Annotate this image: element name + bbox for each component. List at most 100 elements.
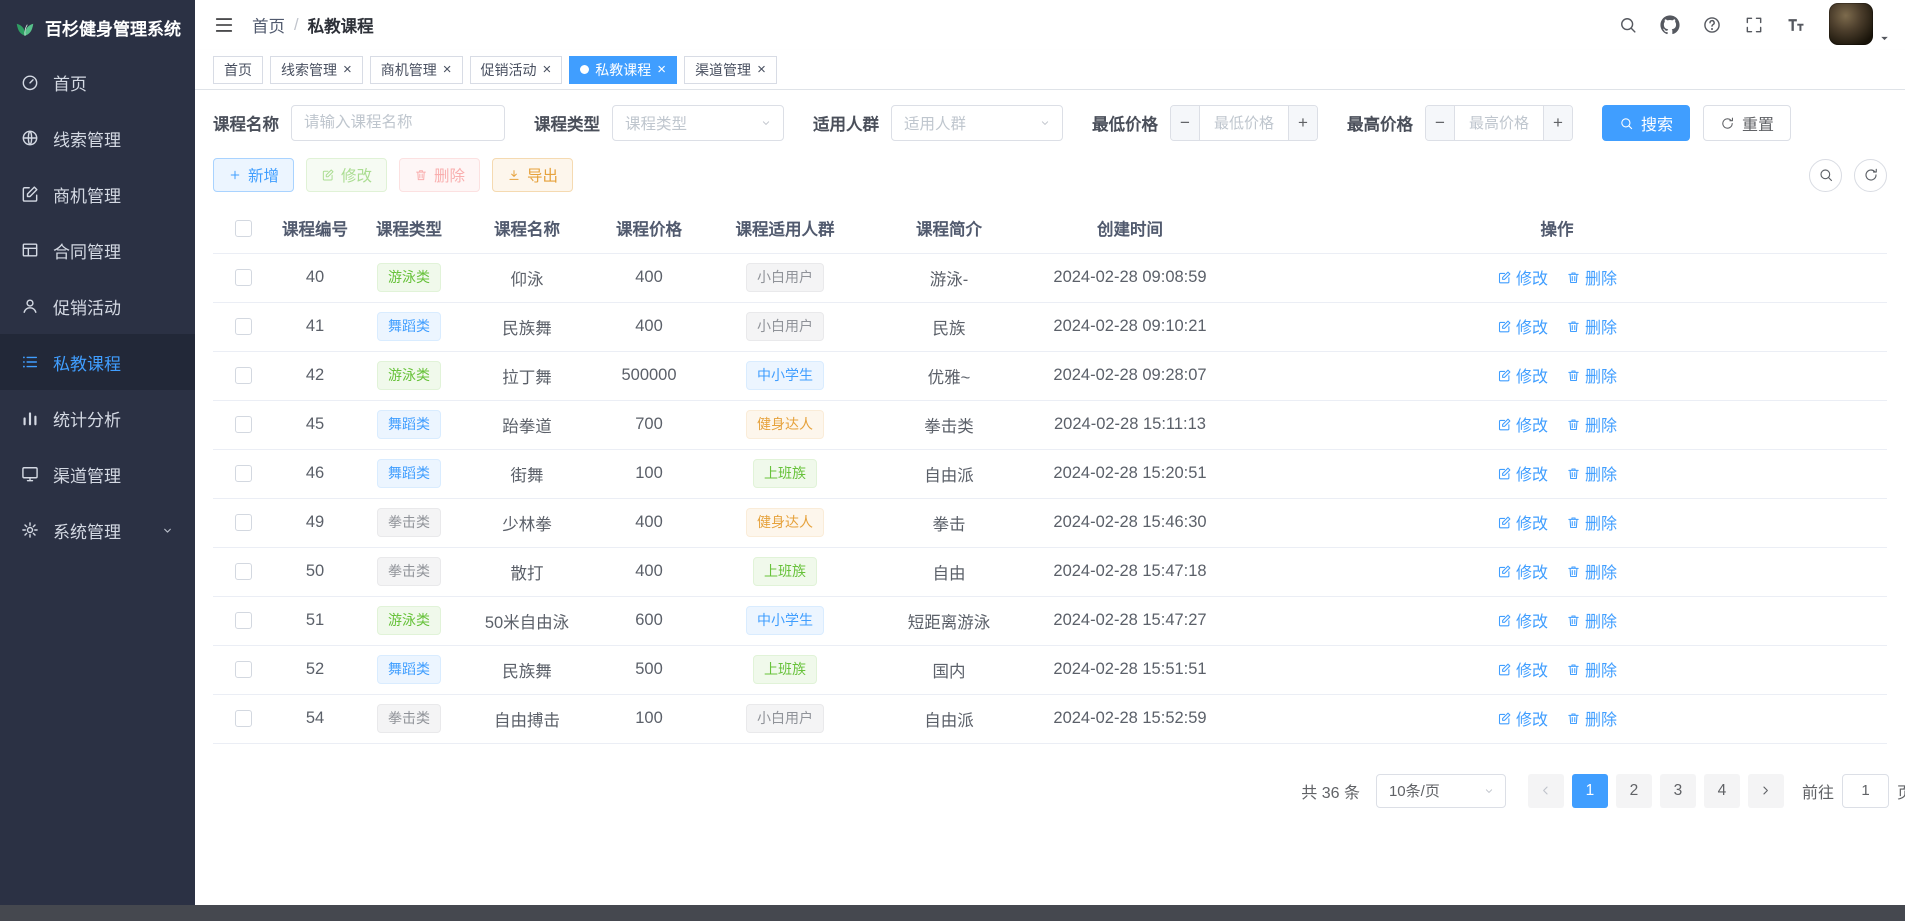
- row-delete-link[interactable]: 删除: [1566, 559, 1617, 583]
- export-button[interactable]: 导出: [492, 158, 574, 192]
- row-checkbox[interactable]: [234, 269, 252, 287]
- row-checkbox[interactable]: [234, 710, 252, 728]
- row-checkbox[interactable]: [234, 514, 252, 532]
- sidebar-item-label: 商机管理: [53, 186, 121, 206]
- course-name-input[interactable]: [291, 105, 505, 141]
- row-edit-link[interactable]: 修改: [1497, 559, 1548, 583]
- sidebar-item-business[interactable]: 商机管理: [0, 166, 195, 222]
- edit-button[interactable]: 修改: [306, 158, 388, 192]
- row-edit-link[interactable]: 修改: [1497, 412, 1548, 436]
- add-button[interactable]: 新增: [213, 158, 295, 192]
- sidebar-item-channel[interactable]: 渠道管理: [0, 446, 195, 502]
- row-delete-link[interactable]: 删除: [1566, 657, 1617, 681]
- page-button-1[interactable]: 1: [1571, 773, 1608, 808]
- min-price-input[interactable]: [1200, 106, 1288, 140]
- course-type-filter: 课程类型 课程类型: [534, 105, 784, 141]
- sidebar-item-courses[interactable]: 私教课程: [0, 334, 195, 390]
- goto-page-input[interactable]: [1841, 773, 1889, 808]
- close-icon[interactable]: ×: [343, 62, 352, 77]
- help-button[interactable]: [1695, 7, 1729, 43]
- tab-promotion[interactable]: 促销活动 ×: [469, 55, 563, 84]
- tab-leads[interactable]: 线索管理 ×: [270, 55, 363, 84]
- prev-page-button[interactable]: [1527, 773, 1564, 808]
- user-menu[interactable]: [1829, 3, 1891, 47]
- audience-tag: 健身达人: [746, 508, 824, 537]
- reset-button[interactable]: 重置: [1703, 105, 1792, 141]
- row-delete-link[interactable]: 删除: [1566, 706, 1617, 730]
- course-type-select[interactable]: 课程类型: [612, 105, 784, 141]
- table-row: 46 舞蹈类 街舞 100 上班族 自由派 2024-02-28 15:20:51 修改 删除: [213, 449, 1887, 499]
- max-price-decrease-button[interactable]: −: [1426, 106, 1455, 140]
- tab-courses[interactable]: 私教课程 ×: [569, 55, 678, 84]
- header-search-button[interactable]: [1611, 7, 1645, 43]
- audience-select[interactable]: 适用人群: [891, 105, 1063, 141]
- row-checkbox[interactable]: [234, 465, 252, 483]
- breadcrumb-home[interactable]: 首页: [252, 13, 285, 37]
- sidebar-item-leads[interactable]: 线索管理: [0, 110, 195, 166]
- close-icon[interactable]: ×: [657, 62, 666, 77]
- tab-home[interactable]: 首页: [213, 55, 263, 84]
- github-button[interactable]: [1653, 7, 1687, 43]
- delete-icon: [1566, 564, 1581, 579]
- row-delete-link[interactable]: 删除: [1566, 363, 1617, 387]
- course-id-cell: 50: [273, 547, 357, 597]
- next-page-button[interactable]: [1747, 773, 1784, 808]
- sidebar-item-home[interactable]: 首页: [0, 54, 195, 110]
- max-price-input[interactable]: [1455, 106, 1543, 140]
- delete-button[interactable]: 删除: [399, 158, 481, 192]
- row-checkbox[interactable]: [234, 318, 252, 336]
- min-price-decrease-button[interactable]: −: [1171, 106, 1200, 140]
- tab-channel[interactable]: 渠道管理 ×: [684, 55, 777, 84]
- row-checkbox[interactable]: [234, 661, 252, 679]
- font-size-button[interactable]: [1779, 7, 1813, 43]
- max-price-increase-button[interactable]: +: [1543, 106, 1572, 140]
- fullscreen-button[interactable]: [1737, 7, 1771, 43]
- course-id-cell: 51: [273, 596, 357, 646]
- sidebar-item-statistics[interactable]: 统计分析: [0, 390, 195, 446]
- row-delete-link[interactable]: 删除: [1566, 412, 1617, 436]
- close-icon[interactable]: ×: [757, 62, 766, 77]
- min-price-increase-button[interactable]: +: [1288, 106, 1317, 140]
- close-icon[interactable]: ×: [443, 62, 452, 77]
- row-delete-link[interactable]: 删除: [1566, 265, 1617, 289]
- hamburger-icon[interactable]: [213, 14, 235, 36]
- row-checkbox[interactable]: [234, 416, 252, 434]
- sidebar-item-promotion[interactable]: 促销活动: [0, 278, 195, 334]
- row-edit-link[interactable]: 修改: [1497, 706, 1548, 730]
- row-edit-link[interactable]: 修改: [1497, 608, 1548, 632]
- max-price-label: 最高价格: [1347, 116, 1413, 134]
- row-checkbox[interactable]: [234, 367, 252, 385]
- row-checkbox[interactable]: [234, 563, 252, 581]
- page-button-3[interactable]: 3: [1659, 773, 1696, 808]
- row-delete-link[interactable]: 删除: [1566, 510, 1617, 534]
- page-button-4[interactable]: 4: [1703, 773, 1740, 808]
- audience-tag: 中小学生: [746, 606, 824, 635]
- tab-business[interactable]: 商机管理 ×: [369, 55, 463, 84]
- edit-button-label: 修改: [341, 168, 373, 185]
- row-checkbox[interactable]: [234, 612, 252, 630]
- row-delete-link[interactable]: 删除: [1566, 314, 1617, 338]
- sidebar-item-contract[interactable]: 合同管理: [0, 222, 195, 278]
- close-icon[interactable]: ×: [543, 62, 552, 77]
- row-edit-link[interactable]: 修改: [1497, 657, 1548, 681]
- select-all-checkbox[interactable]: [234, 219, 252, 237]
- page-size-select[interactable]: 10条/页: [1375, 773, 1506, 808]
- page-button-2[interactable]: 2: [1615, 773, 1652, 808]
- app-logo[interactable]: 百杉健身管理系统: [0, 0, 195, 54]
- course-intro-cell: 国内: [865, 645, 1033, 695]
- refresh-table-button[interactable]: [1854, 158, 1887, 192]
- row-edit-link[interactable]: 修改: [1497, 510, 1548, 534]
- row-delete-link[interactable]: 删除: [1566, 461, 1617, 485]
- row-edit-link[interactable]: 修改: [1497, 461, 1548, 485]
- row-edit-link[interactable]: 修改: [1497, 265, 1548, 289]
- sidebar-item-system[interactable]: 系统管理: [0, 502, 195, 558]
- row-delete-link[interactable]: 删除: [1566, 608, 1617, 632]
- course-intro-cell: 自由派: [865, 449, 1033, 499]
- audience-label: 适用人群: [813, 116, 879, 134]
- row-edit-link[interactable]: 修改: [1497, 363, 1548, 387]
- row-edit-link[interactable]: 修改: [1497, 314, 1548, 338]
- column-header: 创建时间: [1033, 204, 1227, 254]
- fullscreen-icon: [1744, 15, 1764, 35]
- toggle-search-button[interactable]: [1809, 158, 1842, 192]
- search-button[interactable]: 搜索: [1602, 105, 1691, 141]
